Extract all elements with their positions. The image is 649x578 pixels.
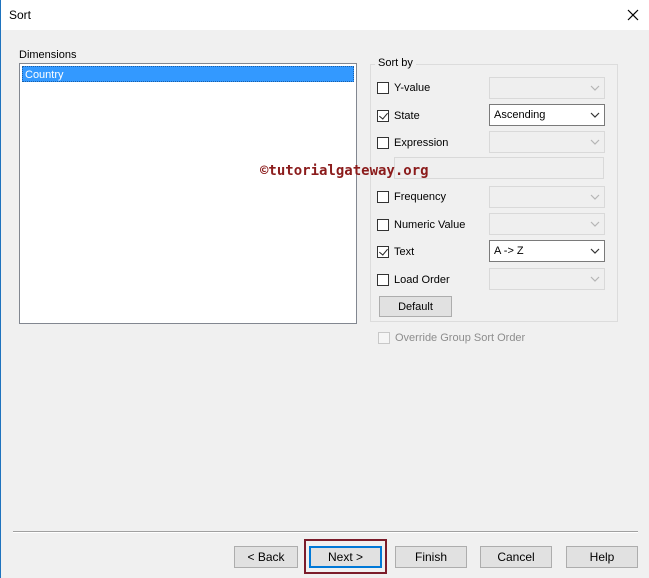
chevron-down-icon [590, 112, 600, 118]
help-button[interactable]: Help [566, 546, 638, 568]
numeric-value-label: Numeric Value [394, 219, 466, 231]
title-bar: Sort [1, 0, 649, 30]
sort-by-legend: Sort by [375, 57, 416, 69]
numeric-value-checkbox-row[interactable]: Numeric Value [377, 217, 465, 233]
close-button[interactable] [616, 0, 649, 30]
watermark-text: ©tutorialgateway.org [260, 163, 429, 179]
load-order-checkbox-row[interactable]: Load Order [377, 272, 450, 288]
next-highlight-box [304, 539, 387, 574]
frequency-checkbox[interactable] [377, 191, 389, 203]
text-order-select[interactable]: A -> Z [489, 240, 605, 262]
expression-checkbox-row[interactable]: Expression [377, 135, 448, 151]
dimensions-list[interactable]: Country [19, 63, 357, 324]
expression-checkbox[interactable] [377, 137, 389, 149]
back-button[interactable]: < Back [234, 546, 298, 568]
load-order-label: Load Order [394, 274, 450, 286]
override-group-sort-row: Override Group Sort Order [378, 332, 525, 344]
text-checkbox-row[interactable]: Text [377, 244, 414, 260]
state-checkbox-row[interactable]: State [377, 108, 420, 124]
text-checkbox[interactable] [377, 246, 389, 258]
chevron-down-icon [590, 248, 600, 254]
expression-order-select[interactable] [489, 131, 605, 153]
chevron-down-icon [590, 85, 600, 91]
numeric-value-order-select[interactable] [489, 213, 605, 235]
finish-button[interactable]: Finish [395, 546, 467, 568]
default-button[interactable]: Default [379, 296, 452, 317]
state-checkbox[interactable] [377, 110, 389, 122]
chevron-down-icon [590, 139, 600, 145]
state-label: State [394, 110, 420, 122]
chevron-down-icon [590, 276, 600, 282]
dimension-item-country[interactable]: Country [22, 66, 354, 82]
yvalue-checkbox-row[interactable]: Y-value [377, 80, 430, 96]
sort-dialog: Sort Dimensions Country Sort by Y-value … [0, 0, 649, 578]
text-label: Text [394, 246, 415, 258]
load-order-order-select[interactable] [489, 268, 605, 290]
numeric-value-checkbox[interactable] [377, 219, 389, 231]
chevron-down-icon [590, 194, 600, 200]
dimensions-label: Dimensions [19, 49, 77, 61]
override-group-sort-label: Override Group Sort Order [395, 332, 526, 344]
cancel-button[interactable]: Cancel [480, 546, 552, 568]
frequency-order-select[interactable] [489, 186, 605, 208]
chevron-down-icon [590, 221, 600, 227]
frequency-label: Frequency [394, 191, 446, 203]
expression-label: Expression [394, 137, 449, 149]
load-order-checkbox[interactable] [377, 274, 389, 286]
frequency-checkbox-row[interactable]: Frequency [377, 189, 446, 205]
state-order-value: Ascending [494, 109, 546, 121]
yvalue-checkbox[interactable] [377, 82, 389, 94]
yvalue-order-select[interactable] [489, 77, 605, 99]
text-order-value: A -> Z [494, 245, 524, 257]
window-title: Sort [9, 8, 32, 22]
yvalue-label: Y-value [394, 82, 431, 94]
override-group-sort-checkbox[interactable] [378, 332, 390, 344]
state-order-select[interactable]: Ascending [489, 104, 605, 126]
close-icon [627, 9, 639, 21]
footer-separator [13, 531, 638, 533]
